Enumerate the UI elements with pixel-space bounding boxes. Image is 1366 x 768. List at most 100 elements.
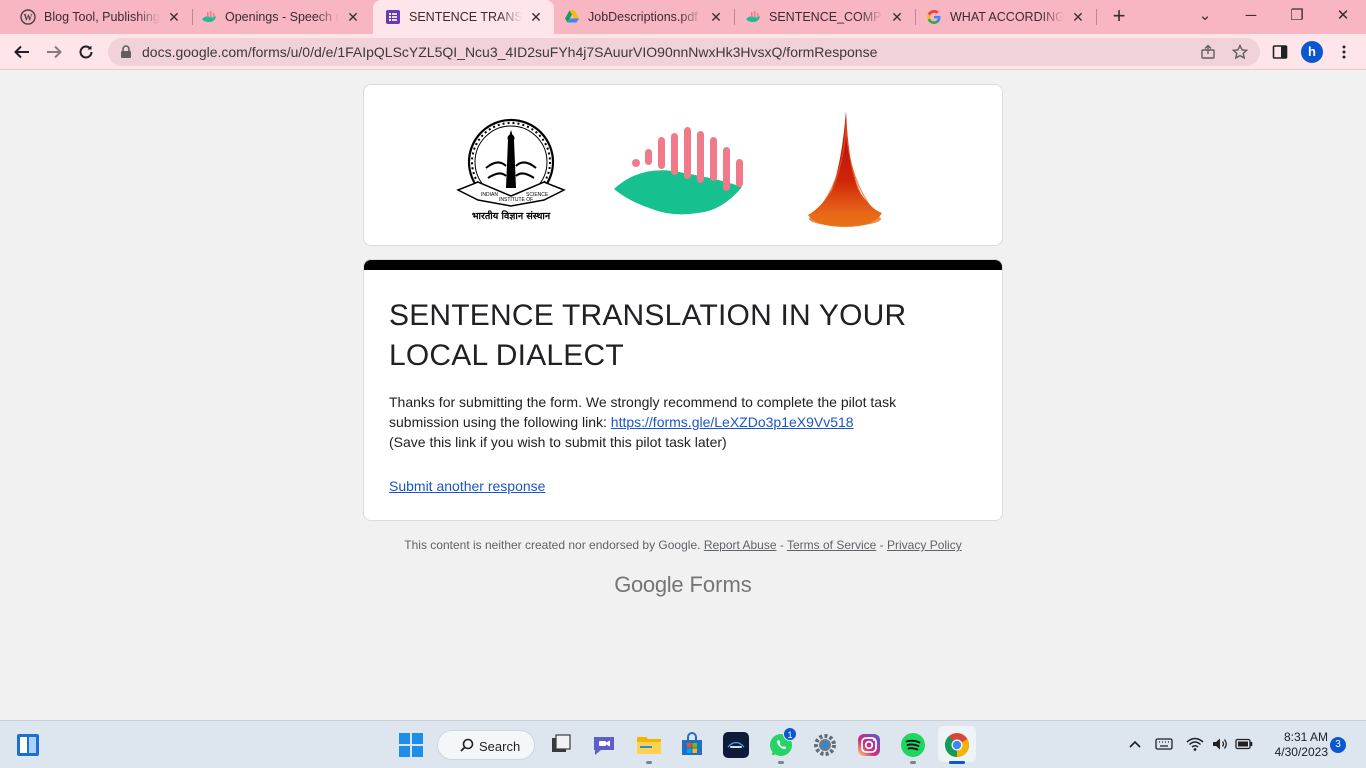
tab-wordpress[interactable]: W Blog Tool, Publishing Platform, and CM…: [0, 0, 192, 34]
tab-openings[interactable]: Openings - Speech recognition ✕: [193, 0, 371, 34]
tab-sentence-translation[interactable]: SENTENCE TRANSLATION IN YOUR LOCAL DIALE…: [373, 0, 554, 34]
speech-lab-icon: [745, 9, 761, 25]
tab-strip: W Blog Tool, Publishing Platform, and CM…: [0, 0, 1366, 34]
spotify-button[interactable]: [900, 732, 926, 758]
share-icon[interactable]: [1200, 44, 1216, 60]
google-icon: [926, 9, 942, 25]
browser-toolbar: docs.google.com/forms/u/0/d/e/1FAIpQLScY…: [0, 34, 1366, 70]
svg-text:W: W: [24, 13, 33, 23]
disney-plus-icon: [727, 741, 745, 748]
close-window-button[interactable]: ✕: [1331, 5, 1355, 27]
speech-lab-icon: [201, 9, 217, 25]
back-button[interactable]: [10, 40, 34, 64]
google-forms-brand[interactable]: Google Forms: [0, 572, 1366, 598]
report-abuse-link[interactable]: Report Abuse: [704, 538, 777, 552]
keyboard-icon[interactable]: [1155, 737, 1173, 751]
kebab-menu-icon: [1342, 45, 1346, 59]
minimize-button[interactable]: ─: [1239, 5, 1263, 27]
disney-plus-button[interactable]: [723, 732, 749, 758]
task-view-button[interactable]: [548, 732, 574, 758]
forward-button[interactable]: [42, 40, 66, 64]
gear-icon: [814, 734, 836, 756]
close-tab-icon[interactable]: ✕: [166, 9, 182, 25]
search-label: Search: [479, 739, 521, 754]
form-response-card: SENTENCE TRANSLATION IN YOUR LOCAL DIALE…: [363, 259, 1003, 521]
file-explorer-button[interactable]: [636, 732, 662, 758]
running-indicator: [646, 761, 652, 764]
search-icon: [460, 738, 474, 752]
reload-button[interactable]: [74, 40, 98, 64]
teams-chat-button[interactable]: [591, 732, 617, 758]
bookmark-star-icon[interactable]: [1232, 44, 1248, 60]
instagram-button[interactable]: [856, 732, 882, 758]
profile-avatar[interactable]: h: [1301, 41, 1323, 63]
reload-icon: [79, 45, 93, 59]
tab-label: Openings - Speech recognition: [225, 10, 339, 24]
close-tab-icon[interactable]: ✕: [889, 9, 905, 25]
tab-label: JobDescriptions.pdf - Google Drive: [588, 10, 702, 24]
google-drive-icon: [564, 9, 580, 25]
chevron-up-icon[interactable]: [1129, 739, 1141, 749]
start-button[interactable]: [398, 732, 424, 758]
tab-label: Blog Tool, Publishing Platform, and CMS: [44, 10, 160, 24]
notification-badge[interactable]: 3: [1330, 737, 1346, 753]
close-tab-icon[interactable]: ✕: [528, 9, 544, 25]
pilot-task-link[interactable]: https://forms.gle/LeXZDo3p1eX9Vv518: [611, 414, 854, 430]
running-indicator: [910, 761, 916, 764]
google-forms-icon: [385, 9, 401, 25]
submit-another-response-link[interactable]: Submit another response: [389, 478, 545, 494]
taskbar-search[interactable]: Search: [437, 730, 535, 760]
disclaimer-text: This content is neither created nor endo…: [404, 538, 701, 552]
iisc-logo: INDIAN INSTITUTE OF SCIENCE भारतीय विज्ञ…: [456, 118, 566, 222]
clock-time: 8:31 AM: [1283, 730, 1328, 744]
wifi-icon[interactable]: [1186, 736, 1204, 752]
settings-button[interactable]: [812, 732, 838, 758]
privacy-policy-link[interactable]: Privacy Policy: [887, 538, 962, 552]
iisc-hindi-name: भारतीय विज्ञान संस्थान: [472, 210, 551, 222]
close-tab-icon[interactable]: ✕: [708, 9, 724, 25]
terms-of-service-link[interactable]: Terms of Service: [787, 538, 876, 552]
microsoft-store-button[interactable]: [679, 732, 705, 758]
battery-icon[interactable]: [1235, 738, 1253, 750]
tab-label: SENTENCE_COMPOSITION: [769, 10, 883, 24]
chat-icon: [594, 737, 614, 755]
footer-disclaimer: This content is neither created nor endo…: [0, 538, 1366, 552]
address-bar[interactable]: docs.google.com/forms/u/0/d/e/1FAIpQLScY…: [108, 38, 1260, 66]
browser-menu-button[interactable]: [1332, 40, 1356, 64]
chrome-button[interactable]: [944, 732, 970, 758]
system-clock[interactable]: 8:31 AM 4/30/2023: [1262, 730, 1328, 760]
volume-icon[interactable]: [1211, 736, 1229, 752]
flame-sculpture-logo: [808, 111, 882, 227]
lock-icon: [121, 45, 131, 58]
confirmation-message: Thanks for submitting the form. We stron…: [389, 392, 969, 452]
store-icon: [682, 732, 702, 755]
tab-job-descriptions[interactable]: JobDescriptions.pdf - Google Drive ✕: [554, 0, 734, 34]
iisc-ribbon-left: INDIAN: [481, 192, 498, 198]
chrome-icon: [944, 733, 969, 757]
running-indicator: [778, 761, 784, 764]
wordpress-icon: W: [20, 9, 36, 25]
widgets-button[interactable]: [16, 733, 40, 757]
tab-search-icon[interactable]: ⌄: [1193, 5, 1217, 27]
side-panel-button[interactable]: [1268, 40, 1292, 64]
close-tab-icon[interactable]: ✕: [345, 9, 361, 25]
windows-start-icon: [399, 733, 423, 757]
close-tab-icon[interactable]: ✕: [1070, 9, 1086, 25]
form-title: SENTENCE TRANSLATION IN YOUR LOCAL DIALE…: [389, 299, 907, 372]
speech-lab-logo: [614, 127, 743, 215]
google-wordmark: Google: [614, 572, 684, 597]
tab-label: WHAT ACCORDING TO YOU: [950, 10, 1064, 24]
clock-date: 4/30/2023: [1274, 745, 1328, 759]
tab-sentence-composition[interactable]: SENTENCE_COMPOSITION ✕: [735, 0, 915, 34]
active-app-indicator: [949, 761, 965, 764]
theme-accent-bar: [364, 260, 1002, 270]
form-header-banner: INDIAN INSTITUTE OF SCIENCE भारतीय विज्ञ…: [363, 84, 1003, 246]
windows-taskbar: Search 1 8:31 AM 4/30/2023 3: [0, 720, 1366, 768]
tab-what-according[interactable]: WHAT ACCORDING TO YOU ✕: [916, 0, 1096, 34]
iisc-ribbon-right: SCIENCE: [526, 192, 549, 198]
new-tab-button[interactable]: +: [1107, 5, 1131, 29]
instagram-icon: [858, 734, 880, 756]
maximize-button[interactable]: ❐: [1285, 5, 1309, 27]
tab-separator: [1096, 9, 1097, 25]
whatsapp-unread-badge: 1: [783, 727, 797, 741]
